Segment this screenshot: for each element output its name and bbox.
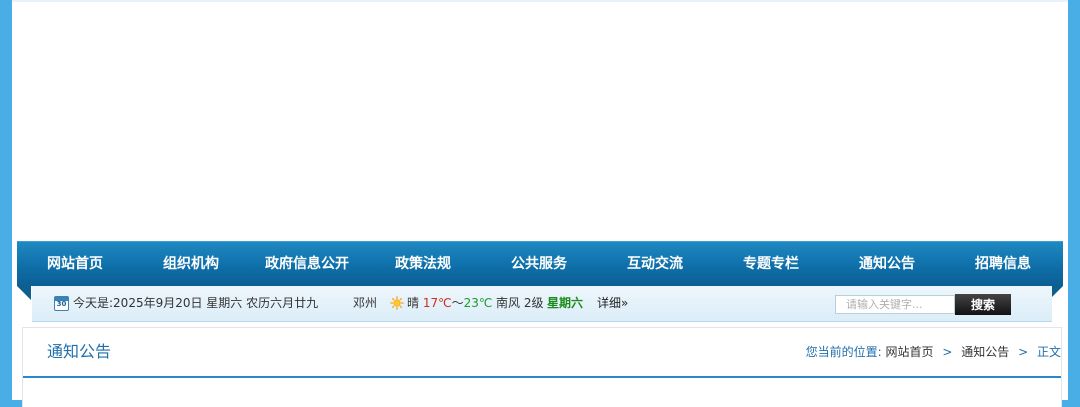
page-container: 网站首页 组织机构 政府信息公开 政策法规 公共服务 互动交流 专题专栏 通知公…: [12, 0, 1068, 407]
breadcrumb-current: 正文: [1036, 345, 1061, 359]
breadcrumb-separator: >: [1018, 345, 1029, 359]
calendar-icon: 30: [54, 296, 69, 311]
nav-item-interaction[interactable]: 互动交流: [627, 242, 683, 286]
breadcrumb-separator: >: [942, 345, 953, 359]
nav-item-topics[interactable]: 专题专栏: [743, 242, 799, 286]
weather-summary: 晴 17℃～23℃: [407, 286, 492, 320]
header-banner: [12, 0, 1068, 241]
nav-item-organization[interactable]: 组织机构: [163, 242, 219, 286]
temp-high: 17℃: [422, 296, 452, 310]
nav-item-policies[interactable]: 政策法规: [395, 242, 451, 286]
today-date: 今天是:2025年9月20日 星期六 农历六月廿九: [73, 296, 319, 310]
temp-separator: ～: [451, 296, 464, 310]
info-strip: 30 今天是:2025年9月20日 星期六 农历六月廿九 邓州 晴 17℃～23…: [32, 286, 1052, 322]
nav-item-gov-info[interactable]: 政府信息公开: [265, 242, 349, 286]
wind-info: 南风 2级: [496, 296, 544, 310]
breadcrumb: 您当前的位置: 网站首页 > 通知公告 > 正文: [806, 328, 1061, 376]
weather-city: 邓州: [353, 296, 378, 310]
sun-icon: [390, 296, 404, 310]
temp-low: 23℃: [463, 296, 493, 310]
nav-item-public-services[interactable]: 公共服务: [511, 242, 567, 286]
weather-desc: 晴: [407, 296, 420, 310]
main-nav: 网站首页 组织机构 政府信息公开 政策法规 公共服务 互动交流 专题专栏 通知公…: [17, 241, 1063, 286]
weather-detail-link[interactable]: 详细»: [597, 286, 628, 320]
breadcrumb-category[interactable]: 通知公告: [961, 345, 1009, 359]
strip-fold-left: [17, 286, 31, 300]
content-header: 通知公告 您当前的位置: 网站首页 > 通知公告 > 正文: [23, 328, 1061, 378]
content-panel: 通知公告 您当前的位置: 网站首页 > 通知公告 > 正文: [22, 327, 1062, 407]
nav-item-recruitment[interactable]: 招聘信息: [975, 242, 1031, 286]
banner-top-line: [12, 0, 1068, 2]
search-input[interactable]: [835, 295, 955, 314]
nav-item-notices[interactable]: 通知公告: [859, 242, 915, 286]
breadcrumb-home[interactable]: 网站首页: [886, 345, 934, 359]
calendar-day: 30: [56, 300, 67, 308]
breadcrumb-prefix: 您当前的位置:: [805, 345, 882, 359]
weather-weekday: 星期六: [547, 296, 584, 310]
search-button[interactable]: 搜索: [955, 294, 1011, 315]
nav-item-home[interactable]: 网站首页: [47, 242, 103, 286]
section-title: 通知公告: [47, 342, 112, 361]
